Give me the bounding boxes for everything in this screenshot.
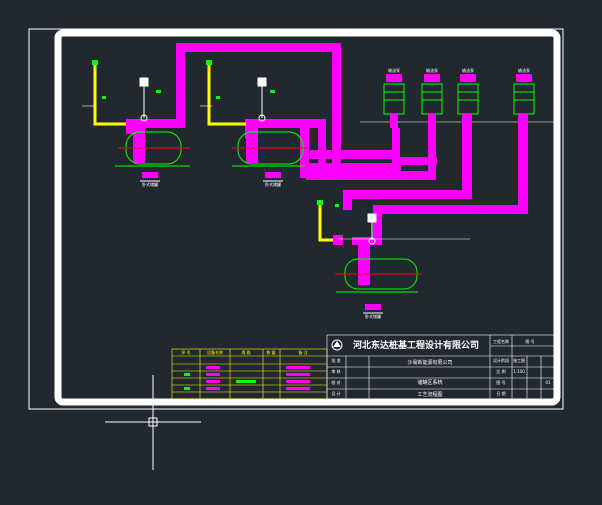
svg-text:序 号: 序 号 — [181, 349, 190, 355]
svg-text:数 量: 数 量 — [266, 349, 275, 355]
sheet-border — [54, 29, 561, 406]
svg-text:规 格: 规 格 — [241, 349, 250, 355]
svg-text:校 对: 校 对 — [331, 379, 340, 385]
project-client: 沙易新能源有限公司 — [407, 359, 452, 366]
svg-text:输油泵: 输油泵 — [426, 67, 438, 73]
svg-text:日 期: 日 期 — [496, 390, 505, 396]
company-name: 河北东达桩基工程设计有限公司 — [353, 339, 479, 351]
drawing-title: 工艺流程图 — [417, 391, 442, 398]
svg-text:卧式储罐: 卧式储罐 — [365, 313, 381, 319]
svg-text:设 计: 设 计 — [331, 390, 340, 396]
svg-text:审 核: 审 核 — [331, 368, 340, 374]
svg-text:备 注: 备 注 — [298, 349, 307, 355]
cad-viewport[interactable]: 卧式储罐 卧式储罐 卧式储罐 输油泵 输油泵 输油泵 输油泵 序 号 设备名称 … — [0, 0, 602, 501]
svg-text:施工图: 施工图 — [513, 357, 525, 363]
svg-text:工程名称: 工程名称 — [493, 338, 509, 344]
svg-text:比 例: 比 例 — [496, 368, 505, 374]
svg-text:卧式储罐: 卧式储罐 — [265, 181, 281, 187]
drawing-category: 储罐区系统 — [417, 379, 442, 386]
svg-text:输油泵: 输油泵 — [388, 67, 400, 73]
svg-text:01: 01 — [545, 380, 551, 385]
svg-text:批 准: 批 准 — [331, 357, 340, 363]
svg-text:1:100: 1:100 — [513, 369, 525, 374]
svg-text:输油泵: 输油泵 — [518, 67, 530, 73]
svg-text:输油泵: 输油泵 — [462, 67, 474, 73]
svg-text:图 号: 图 号 — [496, 379, 505, 385]
sheet-label: 图 号 — [525, 338, 534, 344]
svg-text:卧式储罐: 卧式储罐 — [142, 181, 158, 187]
drawing-canvas[interactable]: 卧式储罐 卧式储罐 卧式储罐 输油泵 输油泵 输油泵 输油泵 序 号 设备名称 … — [0, 0, 602, 501]
svg-text:设备名称: 设备名称 — [207, 349, 223, 355]
svg-text:设计阶段: 设计阶段 — [493, 357, 509, 363]
